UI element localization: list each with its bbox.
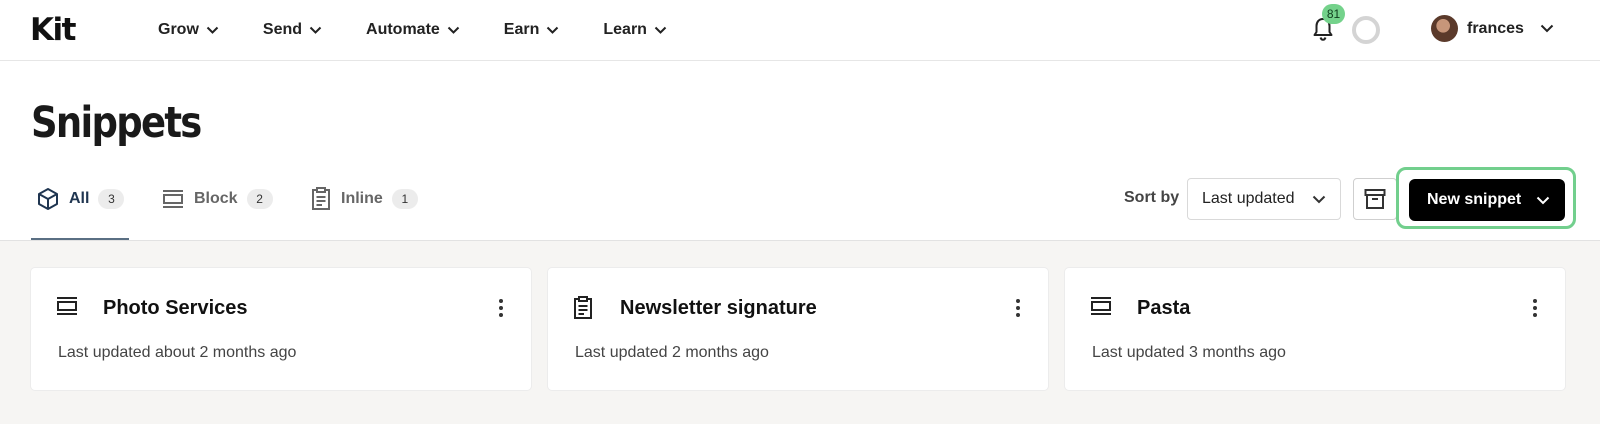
new-snippet-label: New snippet [1427, 191, 1522, 208]
chevron-down-icon [206, 26, 219, 34]
nav-grow-label: Grow [158, 21, 199, 38]
user-menu[interactable]: frances [1431, 15, 1554, 42]
nav-automate-label: Automate [366, 21, 440, 38]
new-snippet-highlight: New snippet [1396, 167, 1576, 229]
nav-learn[interactable]: Learn [603, 21, 667, 39]
sort-select[interactable]: Last updated [1187, 178, 1341, 220]
more-vertical-icon[interactable] [493, 296, 509, 320]
tab-all-count: 3 [98, 189, 125, 209]
page-header: Snippets All 3 Block 2 Inline 1 Sort by … [0, 61, 1600, 241]
snippet-updated: Last updated 3 months ago [1092, 344, 1286, 361]
snippet-card[interactable]: Photo Services Last updated about 2 mont… [31, 268, 531, 390]
loading-ring-icon [1352, 16, 1380, 44]
snippet-card[interactable]: Pasta Last updated 3 months ago [1065, 268, 1565, 390]
snippet-title[interactable]: Photo Services [103, 297, 248, 320]
nav-send-label: Send [262, 21, 303, 38]
tab-block-label: Block [194, 190, 238, 207]
chevron-down-icon [547, 26, 559, 34]
nav-send[interactable]: Send [263, 21, 322, 39]
clipboard-icon [574, 296, 592, 319]
tab-block[interactable]: Block 2 [162, 185, 273, 213]
archive-icon [1364, 189, 1386, 209]
nav-earn-label: Earn [503, 21, 540, 38]
block-icon [57, 297, 77, 315]
more-vertical-icon[interactable] [1010, 296, 1026, 320]
top-navigation-bar: Kit Grow Send Automate Earn Learn 81 fra… [0, 0, 1600, 61]
tab-inline-count: 1 [391, 189, 418, 209]
snippet-card[interactable]: Newsletter signature Last updated 2 mont… [548, 268, 1048, 390]
more-vertical-icon[interactable] [1527, 296, 1543, 320]
snippet-updated: Last updated 2 months ago [575, 344, 769, 361]
new-snippet-button[interactable]: New snippet [1409, 179, 1565, 221]
main-nav: Grow Send Automate Earn Learn [158, 0, 711, 60]
tab-inline[interactable]: Inline 1 [311, 185, 418, 213]
archive-button[interactable] [1353, 178, 1397, 220]
snippet-title[interactable]: Newsletter signature [620, 297, 817, 320]
block-icon [1091, 297, 1111, 315]
chevron-down-icon [654, 26, 667, 34]
chevron-down-icon [447, 26, 460, 34]
tab-all-label: All [69, 190, 90, 207]
active-tab-indicator [31, 238, 129, 240]
nav-learn-label: Learn [603, 21, 647, 38]
block-icon [163, 190, 183, 208]
tab-inline-label: Inline [341, 190, 383, 207]
chevron-down-icon [1540, 24, 1554, 33]
tab-all[interactable]: All 3 [37, 185, 125, 213]
chevron-down-icon [309, 26, 322, 34]
user-name: frances [1467, 19, 1524, 37]
sort-by-label: Sort by [1124, 189, 1180, 206]
page-title: Snippets [31, 98, 202, 148]
notification-count-badge: 81 [1322, 4, 1345, 24]
nav-grow[interactable]: Grow [158, 21, 219, 39]
cube-icon [38, 188, 58, 210]
sort-select-value: Last updated [1202, 190, 1295, 207]
avatar [1431, 15, 1458, 42]
tab-block-count: 2 [246, 189, 273, 209]
nav-automate[interactable]: Automate [366, 21, 460, 39]
chevron-down-icon [1312, 195, 1326, 203]
snippet-updated: Last updated about 2 months ago [58, 344, 297, 361]
nav-earn[interactable]: Earn [504, 21, 560, 39]
snippet-title[interactable]: Pasta [1137, 297, 1190, 320]
kit-logo[interactable]: Kit [30, 12, 76, 48]
chevron-down-icon [1536, 196, 1550, 204]
clipboard-icon [312, 187, 330, 210]
